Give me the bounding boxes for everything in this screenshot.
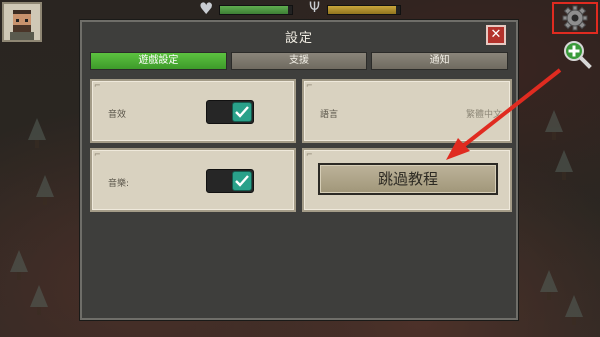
corner-ornament: ⌐ (94, 81, 101, 90)
tree (565, 295, 583, 325)
tree (10, 250, 28, 280)
tab-notifications[interactable]: 通知 (371, 52, 509, 70)
music-setting-panel: ⌐ 音樂: (90, 148, 296, 212)
tree (555, 150, 573, 180)
music-label: 音樂: (108, 179, 130, 189)
checkmark-icon (235, 106, 249, 118)
skip-tutorial-button[interactable]: 跳過教程 (318, 163, 498, 195)
toggle-knob (232, 102, 252, 122)
dialog-title: 設定 (284, 31, 313, 46)
tree (30, 285, 48, 315)
tab-support[interactable]: 支援 (230, 52, 368, 70)
player-avatar[interactable] (2, 2, 42, 42)
hunger-bar-fill (328, 6, 397, 14)
zoom-in-button[interactable] (562, 39, 592, 69)
tree (28, 118, 46, 148)
close-icon: ✕ (490, 27, 502, 42)
settings-dialog: 設定 ✕ 遊戲設定 支援 通知 ⌐ 音效 ⌐ 語言 繁體中文 ⌐ 音樂: ⌐ 跳… (80, 20, 518, 320)
corner-ornament: ⌐ (306, 81, 313, 90)
language-value[interactable]: 繁體中文 (466, 107, 502, 120)
corner-ornament: ⌐ (94, 150, 101, 159)
hunger-bar (327, 5, 401, 15)
heart-icon: ♥ (199, 0, 214, 18)
tree (36, 175, 54, 205)
health-bar (219, 5, 293, 15)
close-button[interactable]: ✕ (486, 25, 506, 45)
checkmark-icon (235, 175, 249, 187)
tree (540, 270, 558, 300)
settings-tabs: 遊戲設定 支援 通知 (90, 52, 509, 70)
corner-ornament: ⌐ (306, 150, 313, 159)
tree (545, 110, 563, 140)
avatar-face-icon (4, 4, 40, 40)
sound-setting-panel: ⌐ 音效 (90, 79, 296, 143)
fork-knife-icon: Ψ (309, 0, 321, 16)
settings-button[interactable] (552, 2, 598, 34)
music-toggle[interactable] (206, 169, 254, 193)
skip-tutorial-panel: ⌐ 跳過教程 (302, 148, 512, 212)
language-setting-panel: ⌐ 語言 繁體中文 (302, 79, 512, 143)
gear-icon (562, 5, 588, 31)
language-label: 語言 (320, 110, 339, 120)
zoom-in-icon (564, 41, 592, 69)
toggle-knob (232, 171, 252, 191)
health-bar-fill (220, 6, 289, 14)
tab-game-settings[interactable]: 遊戲設定 (90, 52, 227, 70)
sound-label: 音效 (108, 110, 127, 120)
sound-toggle[interactable] (206, 100, 254, 124)
